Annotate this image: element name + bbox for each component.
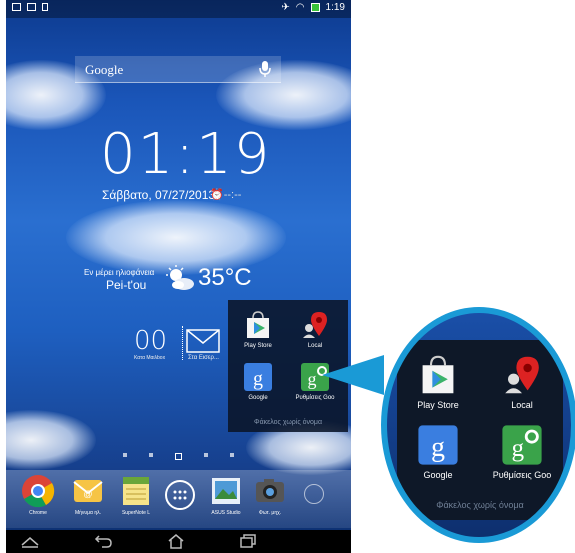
dock-app-label: Μήνυμα ηλ. — [74, 510, 101, 516]
home-page-dot[interactable] — [175, 453, 182, 460]
navigation-bar — [6, 530, 351, 553]
weather-city: Pei-t'ou — [106, 278, 147, 292]
recent-apps-icon[interactable] — [238, 533, 258, 549]
folder-app-google[interactable]: g Google — [233, 362, 283, 401]
mailbox-label: Κατα Μαιλbox — [134, 355, 166, 361]
mute-icon: ✈ — [281, 2, 290, 13]
svg-text:@: @ — [83, 489, 92, 499]
page-indicator — [123, 453, 234, 460]
dock-app-chrome[interactable]: Chrome — [16, 474, 60, 516]
alarm-icon: ⏰ — [210, 189, 224, 201]
status-bar: ✈ ◠ 1:19 — [6, 0, 351, 18]
inbox-label: Στα Εισερ... — [188, 355, 219, 361]
wifi-icon: ◠ — [295, 2, 305, 13]
folder-app-label: Ρυθμίσεις Goo — [295, 395, 335, 401]
dock-app-label: Φωτ. μηχ. — [258, 510, 282, 516]
email-count[interactable]: 00 — [134, 326, 167, 356]
folder-app-label: Local — [307, 343, 323, 349]
supernote-icon — [119, 474, 153, 508]
folder-app-play-store[interactable]: Play Store — [233, 310, 283, 349]
dock-app-label: Chrome — [29, 510, 47, 516]
dock-app-supernote[interactable]: SuperNote L — [114, 474, 158, 516]
app-drawer-icon — [163, 478, 197, 512]
weather-description: Εν μέρει ηλιοφάνεια — [84, 268, 155, 277]
google-icon: g — [243, 362, 273, 392]
dock-app-asus-studio[interactable]: ASUS Studio — [204, 474, 248, 516]
search-placeholder: Google — [85, 62, 124, 77]
zoom-callout-ring — [381, 307, 575, 543]
mail-notification-icon — [12, 3, 21, 11]
email-icon: @ — [71, 474, 105, 508]
microphone-icon[interactable] — [257, 60, 273, 78]
empty-dock-slot[interactable] — [304, 484, 324, 504]
local-icon — [300, 310, 330, 340]
svg-text:g: g — [308, 369, 317, 389]
dock-app-label: ASUS Studio — [211, 510, 241, 516]
envelope-icon[interactable] — [186, 329, 220, 353]
dock-app-camera[interactable]: Φωτ. μηχ. — [248, 474, 292, 516]
clock-date: Σάββατο, 07/27/2013 — [102, 188, 216, 202]
home-icon[interactable] — [166, 533, 186, 549]
page-dot[interactable] — [123, 453, 127, 457]
alarm-time: --:-- — [223, 189, 242, 201]
play-store-icon — [243, 310, 273, 340]
app-drawer-button[interactable] — [158, 478, 202, 514]
back-icon[interactable] — [94, 533, 114, 549]
page-dot[interactable] — [230, 453, 234, 457]
page-dot[interactable] — [204, 453, 208, 457]
image-notification-icon — [27, 3, 36, 11]
svg-text:g: g — [253, 368, 263, 390]
callout-pointer — [322, 355, 384, 395]
page-dot[interactable] — [149, 453, 153, 457]
clock-time[interactable]: 01:19 — [100, 122, 271, 187]
dock-app-email[interactable]: @ Μήνυμα ηλ. — [66, 474, 110, 516]
camera-icon — [253, 474, 287, 508]
folder-app-local[interactable]: Local — [290, 310, 340, 349]
asus-studio-icon — [209, 474, 243, 508]
cloud — [66, 200, 286, 275]
home-screen: ✈ ◠ 1:19 Google 01:19 Σάββατο, 07/27/201… — [6, 0, 351, 553]
file-notification-icon — [42, 3, 48, 11]
menu-icon[interactable] — [20, 533, 40, 549]
chrome-icon — [21, 474, 55, 508]
folder-app-label: Google — [248, 395, 268, 401]
folder-name[interactable]: Φάκελος χωρίς όνομα — [228, 419, 348, 426]
google-search-bar[interactable]: Google — [75, 56, 281, 83]
status-time: 1:19 — [325, 2, 345, 13]
dock-app-label: SuperNote L — [121, 510, 151, 516]
widget-divider — [182, 326, 184, 360]
cloud — [6, 410, 96, 470]
weather-temperature[interactable]: 35°C — [198, 264, 252, 292]
partly-sunny-icon — [166, 265, 194, 290]
folder-app-label: Play Store — [244, 343, 272, 349]
battery-icon — [310, 3, 320, 12]
alarm-indicator: ⏰--:-- — [210, 188, 241, 201]
